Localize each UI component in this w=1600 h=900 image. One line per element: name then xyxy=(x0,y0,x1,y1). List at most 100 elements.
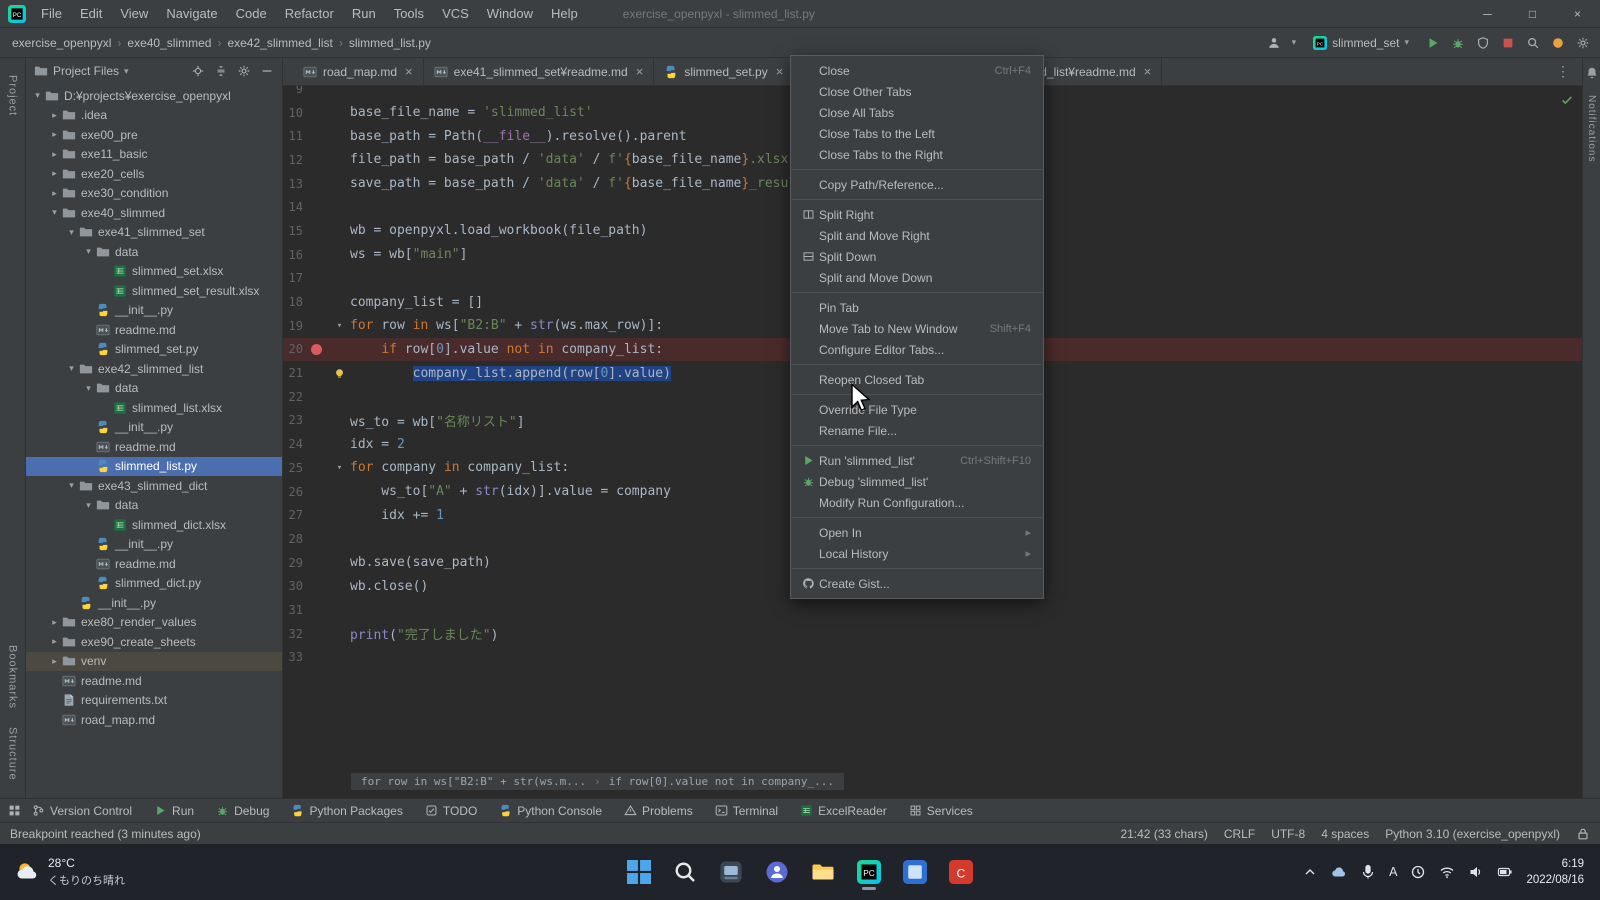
context-menu-item-pin-tab[interactable]: Pin Tab xyxy=(791,297,1043,318)
gutter-breakpoint-area[interactable] xyxy=(303,344,329,355)
line-number[interactable]: 15 xyxy=(283,224,303,238)
tree-collapse-arrow-icon[interactable]: ▾ xyxy=(47,207,62,218)
toolbar-todo[interactable]: TODO xyxy=(414,799,488,822)
context-menu-item-run-slimmed-list[interactable]: Run 'slimmed_list'Ctrl+Shift+F10 xyxy=(791,450,1043,471)
tree-expand-arrow-icon[interactable]: ▸ xyxy=(47,656,62,667)
line-number[interactable]: 33 xyxy=(283,650,303,664)
tree-item-road-map-md[interactable]: road_map.md xyxy=(26,710,282,730)
tree-item-exe40-slimmed[interactable]: ▾exe40_slimmed xyxy=(26,203,282,223)
tree-collapse-arrow-icon[interactable]: ▾ xyxy=(64,363,79,374)
line-number[interactable]: 22 xyxy=(283,390,303,404)
tree-expand-arrow-icon[interactable]: ▸ xyxy=(47,168,62,179)
toolbar-problems[interactable]: Problems xyxy=(613,799,704,822)
status-crlf[interactable]: CRLF xyxy=(1224,827,1255,841)
line-number[interactable]: 20 xyxy=(283,342,303,356)
app-blue-button[interactable] xyxy=(895,852,935,892)
tree-item-slimmed-dict-xlsx[interactable]: slimmed_dict.xlsx xyxy=(26,515,282,535)
tree-item-init-py[interactable]: __init__.py xyxy=(26,593,282,613)
wifi-icon[interactable] xyxy=(1439,864,1455,880)
app-red-button[interactable]: C xyxy=(941,852,981,892)
menu-window[interactable]: Window xyxy=(478,0,542,27)
tab-exe41-slimmed-set-readme-md[interactable]: exe41_slimmed_set¥readme.md× xyxy=(424,58,655,85)
coverage-button[interactable] xyxy=(1476,36,1490,50)
notifications-bell-icon[interactable] xyxy=(1585,66,1599,80)
context-menu-item-close-other-tabs[interactable]: Close Other Tabs xyxy=(791,81,1043,102)
tree-collapse-arrow-icon[interactable]: ▾ xyxy=(81,500,96,511)
windows-start-button[interactable] xyxy=(619,852,659,892)
line-number[interactable]: 23 xyxy=(283,413,303,427)
tree-item-idea[interactable]: ▸.idea xyxy=(26,106,282,126)
run-button[interactable] xyxy=(1426,36,1440,50)
panel-settings-icon[interactable] xyxy=(237,64,251,78)
context-menu-item-move-tab-to-new-window[interactable]: Move Tab to New WindowShift+F4 xyxy=(791,318,1043,339)
breadcrumb-slimmed-list-py[interactable]: slimmed_list.py xyxy=(347,36,433,50)
menu-file[interactable]: File xyxy=(32,0,71,27)
tree-expand-arrow-icon[interactable]: ▸ xyxy=(47,129,62,140)
context-menu-item-local-history[interactable]: Local History▸ xyxy=(791,543,1043,564)
debug-button[interactable] xyxy=(1451,36,1465,50)
tree-expand-arrow-icon[interactable]: ▸ xyxy=(47,188,62,199)
toolbar-run[interactable]: Run xyxy=(143,799,205,822)
context-menu-item-split-and-move-down[interactable]: Split and Move Down xyxy=(791,267,1043,288)
tree-item-exe00-pre[interactable]: ▸exe00_pre xyxy=(26,125,282,145)
status-21-42-33-chars[interactable]: 21:42 (33 chars) xyxy=(1120,827,1207,841)
tree-item-slimmed-list-py[interactable]: slimmed_list.py xyxy=(26,457,282,477)
tab-close-icon[interactable]: × xyxy=(636,64,644,79)
context-menu-item-override-file-type[interactable]: Override File Type xyxy=(791,399,1043,420)
tree-item-readme-md[interactable]: readme.md xyxy=(26,671,282,691)
tab-slimmed-set-py[interactable]: slimmed_set.py× xyxy=(654,58,794,85)
tool-stripe-bookmarks[interactable]: Bookmarks xyxy=(7,645,19,709)
line-number[interactable]: 13 xyxy=(283,177,303,191)
taskbar-clock[interactable]: 6:19 2022/08/16 xyxy=(1526,856,1584,888)
tab-road-map-md[interactable]: road_map.md× xyxy=(293,58,424,85)
widgets-button[interactable] xyxy=(711,852,751,892)
tree-item-exe90-create-sheets[interactable]: ▸exe90_create_sheets xyxy=(26,632,282,652)
minimize-button[interactable]: ─ xyxy=(1465,0,1510,27)
tree-item-data[interactable]: ▾data xyxy=(26,496,282,516)
menu-tools[interactable]: Tools xyxy=(385,0,433,27)
status-4-spaces[interactable]: 4 spaces xyxy=(1321,827,1369,841)
tree-item-slimmed-set-xlsx[interactable]: slimmed_set.xlsx xyxy=(26,262,282,282)
tree-item-slimmed-set-py[interactable]: slimmed_set.py xyxy=(26,340,282,360)
context-menu-item-close-tabs-to-the-right[interactable]: Close Tabs to the Right xyxy=(791,144,1043,165)
tree-item-exe11-basic[interactable]: ▸exe11_basic xyxy=(26,145,282,165)
select-opened-file-icon[interactable] xyxy=(191,64,205,78)
collapse-all-icon[interactable] xyxy=(214,64,228,78)
toolbar-excelreader[interactable]: ExcelReader xyxy=(789,799,898,822)
search-button[interactable] xyxy=(665,852,705,892)
clock-app-icon[interactable] xyxy=(1410,864,1426,880)
breadcrumb-exercise-openpyxl[interactable]: exercise_openpyxl xyxy=(10,36,113,50)
breadcrumb-exe40-slimmed[interactable]: exe40_slimmed xyxy=(125,36,213,50)
context-menu-item-close-tabs-to-the-left[interactable]: Close Tabs to the Left xyxy=(791,123,1043,144)
tree-expand-arrow-icon[interactable]: ▸ xyxy=(47,149,62,160)
menu-help[interactable]: Help xyxy=(542,0,587,27)
pycharm-button[interactable]: PC xyxy=(849,852,889,892)
tool-stripe-structure[interactable]: Structure xyxy=(7,727,19,781)
inspections-ok-icon[interactable] xyxy=(1560,93,1574,107)
line-number[interactable]: 28 xyxy=(283,532,303,546)
maximize-button[interactable]: □ xyxy=(1510,0,1555,27)
line-number[interactable]: 14 xyxy=(283,200,303,214)
context-menu-item-open-in[interactable]: Open In▸ xyxy=(791,522,1043,543)
code-line-33[interactable]: 33 xyxy=(283,646,1582,670)
tree-item-data[interactable]: ▾data xyxy=(26,242,282,262)
line-number[interactable]: 9 xyxy=(283,86,303,96)
microphone-icon[interactable] xyxy=(1360,864,1376,880)
context-menu-item-close-all-tabs[interactable]: Close All Tabs xyxy=(791,102,1043,123)
search-everywhere-icon[interactable] xyxy=(1526,36,1540,50)
tree-expand-arrow-icon[interactable]: ▸ xyxy=(47,110,62,121)
tree-item-slimmed-set-result-xlsx[interactable]: slimmed_set_result.xlsx xyxy=(26,281,282,301)
line-number[interactable]: 16 xyxy=(283,248,303,262)
tree-item-exe80-render-values[interactable]: ▸exe80_render_values xyxy=(26,613,282,633)
context-menu-item-copy-path-reference[interactable]: Copy Path/Reference... xyxy=(791,174,1043,195)
line-number[interactable]: 25 xyxy=(283,461,303,475)
context-menu-item-debug-slimmed-list[interactable]: Debug 'slimmed_list' xyxy=(791,471,1043,492)
line-number[interactable]: 18 xyxy=(283,295,303,309)
tree-collapse-arrow-icon[interactable]: ▾ xyxy=(81,246,96,257)
status-utf-8[interactable]: UTF-8 xyxy=(1271,827,1305,841)
tree-expand-arrow-icon[interactable]: ▸ xyxy=(47,636,62,647)
line-number[interactable]: 17 xyxy=(283,271,303,285)
debug-context-crumb[interactable]: if row[0].value not in company_... xyxy=(609,775,834,788)
tree-item-readme-md[interactable]: readme.md xyxy=(26,320,282,340)
context-menu-item-modify-run-configuration[interactable]: Modify Run Configuration... xyxy=(791,492,1043,513)
